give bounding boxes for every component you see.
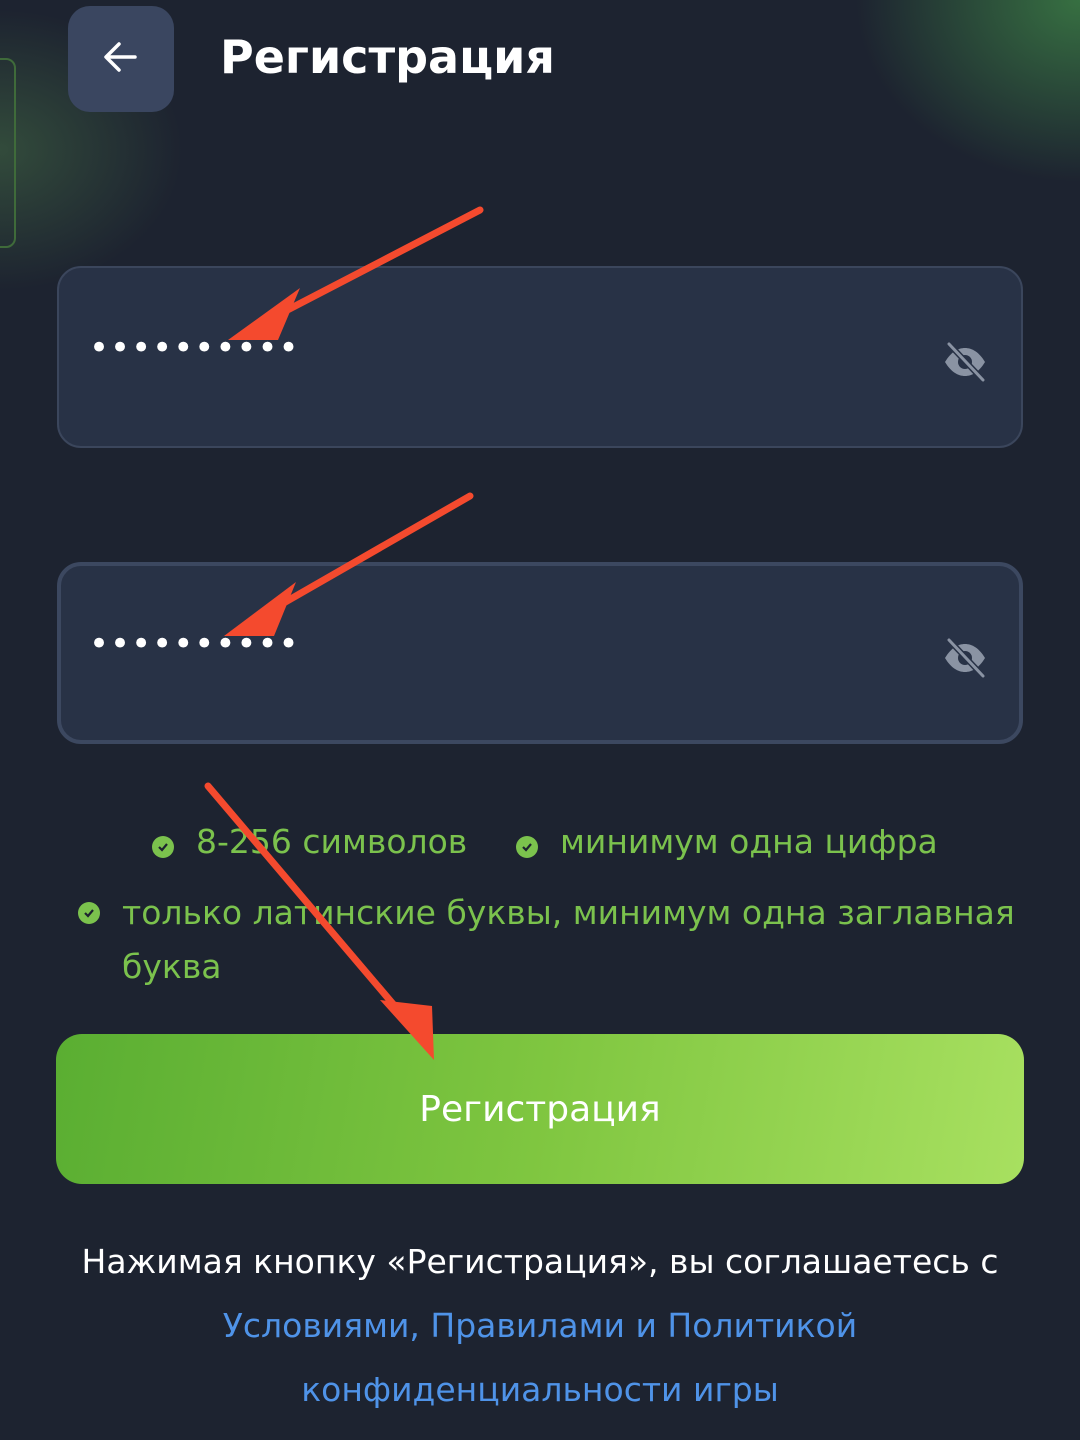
confirm-password-field[interactable] bbox=[57, 562, 1023, 744]
requirement-text: только латинские буквы, минимум одна заг… bbox=[122, 893, 1015, 986]
check-circle-icon bbox=[516, 836, 538, 858]
conditions-link[interactable]: Условиями bbox=[223, 1306, 410, 1345]
requirement-text: 8-256 символов bbox=[196, 822, 468, 861]
confirm-password-input[interactable] bbox=[89, 624, 909, 664]
conditions-comma: , bbox=[409, 1306, 420, 1345]
register-button[interactable]: Регистрация bbox=[56, 1034, 1024, 1184]
page-title: Регистрация bbox=[220, 30, 555, 84]
side-edge-tab bbox=[0, 58, 16, 248]
requirement-text: минимум одна цифра bbox=[560, 822, 938, 861]
and-word: и bbox=[635, 1306, 657, 1345]
rules-link[interactable]: Правилами bbox=[430, 1306, 625, 1345]
password-input[interactable] bbox=[89, 328, 909, 368]
requirement-digit: минимум одна цифра bbox=[516, 822, 938, 861]
eye-off-icon[interactable] bbox=[941, 634, 989, 682]
check-circle-icon bbox=[152, 836, 174, 858]
password-field[interactable] bbox=[57, 266, 1023, 448]
terms-text: Нажимая кнопку «Регистрация», вы соглаша… bbox=[40, 1230, 1040, 1422]
terms-prefix: Нажимая кнопку «Регистрация», вы соглаша… bbox=[81, 1242, 999, 1281]
arrow-left-icon bbox=[101, 37, 141, 81]
requirement-length: 8-256 символов bbox=[152, 822, 467, 861]
requirement-latin-uppercase: только латинские буквы, минимум одна заг… bbox=[78, 886, 1018, 994]
check-circle-icon bbox=[78, 902, 100, 924]
back-button[interactable] bbox=[68, 6, 174, 112]
eye-off-icon[interactable] bbox=[941, 338, 989, 386]
